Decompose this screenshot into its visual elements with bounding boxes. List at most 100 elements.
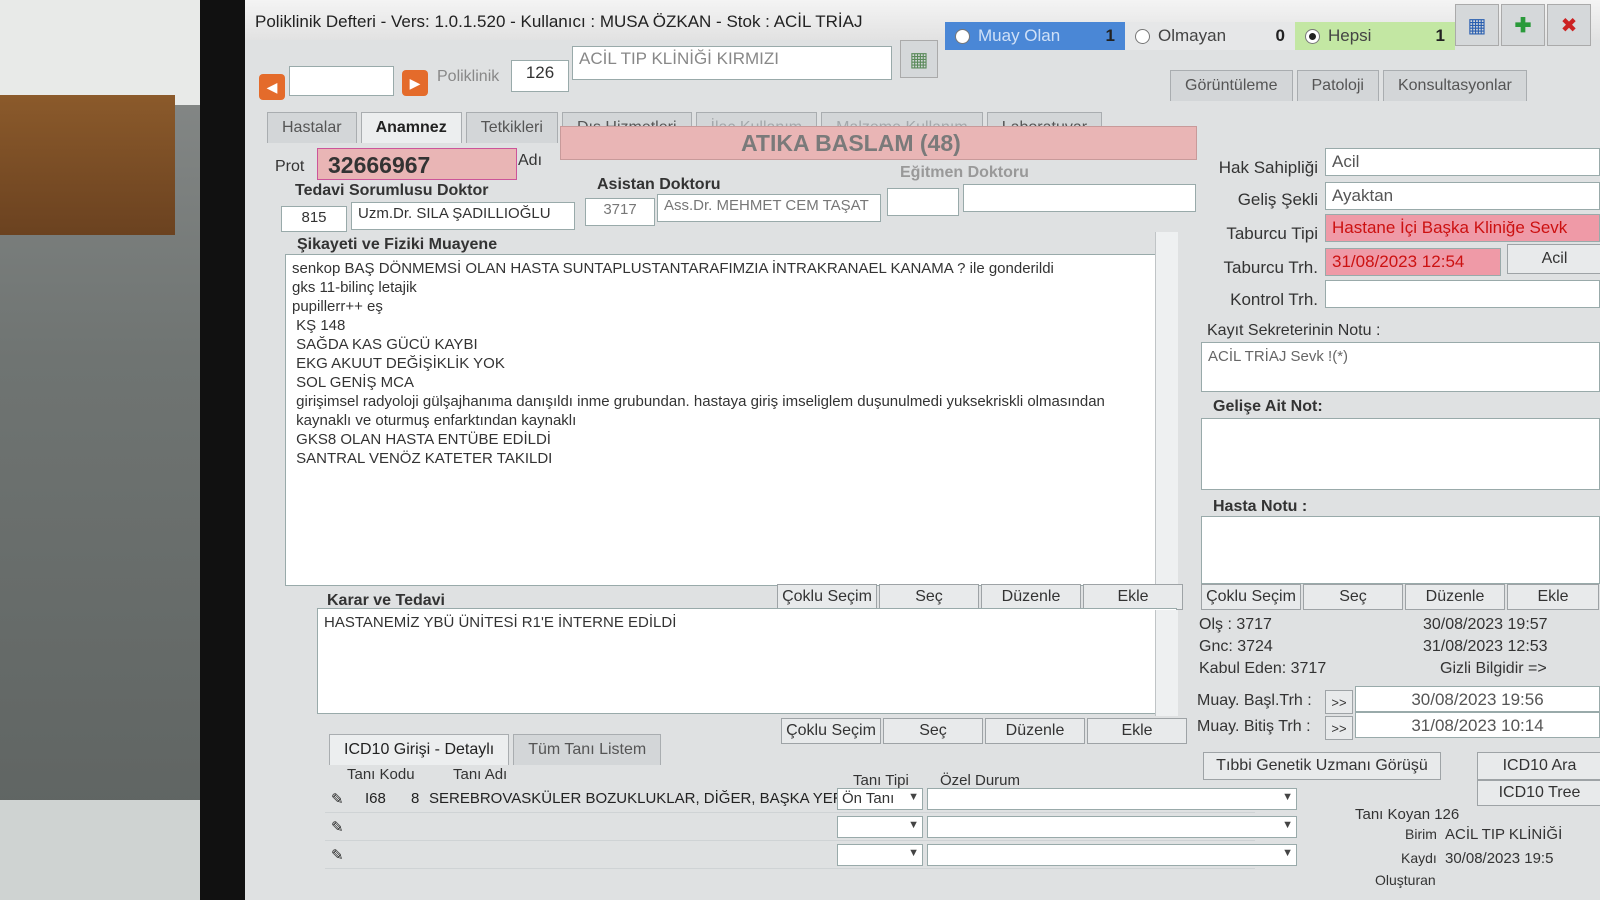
row-tani-adi: SEREBROVASKÜLER BOZUKLUKLAR, DİĞER, BAŞK… [429, 790, 865, 807]
tab-konsultasyonlar[interactable]: Konsultasyonlar [1382, 70, 1527, 101]
prev-arrow-button[interactable]: ◀ [259, 74, 285, 100]
egitmen-doktor-name[interactable] [963, 184, 1196, 212]
karar-scrollbar[interactable] [1155, 610, 1178, 716]
grid-icon: ▦ [909, 48, 929, 71]
taburcu-tipi-field[interactable]: Hastane İçi Başka Kliniğe Sevk [1325, 214, 1600, 242]
complaint-line: kaynaklı ve oturmuş enfarktından kaynakl… [292, 412, 577, 429]
ozel-durum-select[interactable]: ▼ [927, 844, 1297, 866]
complaint-line: senkop BAŞ DÖNMEMSİ OLAN HASTA SUNTAPLUS… [292, 260, 1054, 277]
karar-textarea[interactable]: HASTANEMİZ YBÜ ÜNİTESİ R1'E İNTERNE EDİL… [317, 608, 1177, 714]
gnc-date: 31/08/2023 12:53 [1423, 638, 1548, 655]
poliklinik-name-field[interactable]: ACİL TIP KLİNİĞİ KIRMIZI [572, 46, 892, 80]
chevron-down-icon: ▼ [1282, 791, 1293, 803]
gelise-not-label: Gelişe Ait Not: [1213, 398, 1323, 415]
tani-tipi-select[interactable]: ▼ [837, 816, 923, 838]
save-icon: ▦ [1467, 14, 1487, 37]
grid-icon-button[interactable]: ▦ [900, 40, 938, 78]
complaint-line: EKG AKUUT DEĞİŞİKLİK YOK [292, 355, 505, 372]
gelis-sekli-field[interactable]: Ayaktan [1325, 182, 1600, 210]
tab-anamnez[interactable]: Anamnez [360, 112, 462, 143]
icd10-ara-button[interactable]: ICD10 Ara [1477, 752, 1600, 780]
asistan-doktor-name[interactable]: Ass.Dr. MEHMET CEM TAŞAT [657, 194, 881, 222]
note-duzenle-button[interactable]: Düzenle [1405, 584, 1505, 610]
tedavi-doktor-code[interactable]: 815 [281, 206, 347, 232]
ozel-durum-select[interactable]: ▼ [927, 788, 1297, 810]
table-row[interactable]: ✎ I68 8 SEREBROVASKÜLER BOZUKLUKLAR, DİĞ… [325, 786, 1297, 813]
tedavi-doktor-name[interactable]: Uzm.Dr. SILA ŞADILLIOĞLU [351, 202, 575, 230]
muay-basl-field[interactable]: 30/08/2023 19:56 [1355, 686, 1600, 712]
tab-hastalar[interactable]: Hastalar [267, 112, 357, 143]
complaint-line: pupillerr++ eş [292, 298, 383, 315]
karar-duzenle-button[interactable]: Düzenle [985, 718, 1085, 744]
complaint-line: SANTRAL VENÖZ KATETER TAKILDI [292, 450, 553, 467]
muay-bitis-arrow-button[interactable]: >> [1325, 716, 1353, 740]
add-icon-button[interactable]: ✚ [1501, 4, 1545, 46]
kontrol-trh-field[interactable] [1325, 280, 1600, 308]
arrow-left-icon: ◀ [266, 78, 278, 95]
kaydi-value: 30/08/2023 19:5 [1445, 850, 1554, 867]
birim-label: Birim [1405, 826, 1437, 842]
prot-number-field[interactable]: 32666967 [317, 148, 517, 180]
muay-basl-arrow-button[interactable]: >> [1325, 690, 1353, 714]
karar-sec-button[interactable]: Seç [883, 718, 983, 744]
complaint-coklu-secim-button[interactable]: Çoklu Seçim [777, 584, 877, 610]
note-buttons: Çoklu Seçim Seç Düzenle Ekle [1201, 584, 1600, 610]
kayit-notu-field[interactable]: ACİL TRİAJ Sevk !(*) [1201, 342, 1600, 392]
complaint-textarea[interactable]: senkop BAŞ DÖNMEMSİ OLAN HASTA SUNTAPLUS… [285, 254, 1177, 586]
next-arrow-button[interactable]: ▶ [402, 70, 428, 96]
complaint-sec-button[interactable]: Seç [879, 584, 979, 610]
note-coklu-secim-button[interactable]: Çoklu Seçim [1201, 584, 1301, 610]
icd10-tree-button[interactable]: ICD10 Tree [1477, 780, 1600, 806]
hasta-notu-field[interactable] [1201, 516, 1600, 584]
hak-sahipligi-field[interactable]: Acil [1325, 148, 1600, 176]
arrow-right-icon: ▶ [409, 74, 421, 91]
muay-bitis-field[interactable]: 31/08/2023 10:14 [1355, 712, 1600, 738]
kayit-notu-label: Kayıt Sekreterinin Notu : [1207, 322, 1381, 339]
complaint-scrollbar[interactable] [1155, 232, 1178, 584]
filter-olmayan[interactable]: Olmayan 0 [1125, 22, 1295, 50]
karar-coklu-secim-button[interactable]: Çoklu Seçim [781, 718, 881, 744]
gnc-info: Gnc: 3724 [1199, 638, 1273, 655]
egitmen-doktor-code[interactable] [887, 188, 959, 216]
table-row[interactable]: ✎ ▼ ▼ [325, 842, 1297, 869]
asistan-doktor-code[interactable]: 3717 [585, 198, 655, 226]
tani-tipi-select[interactable]: ▼ [837, 844, 923, 866]
patient-name: ATIKA BASLAM (48) [741, 130, 961, 156]
ozel-durum-select[interactable]: ▼ [927, 816, 1297, 838]
filter-muay-olan-label: Muay Olan [978, 26, 1061, 45]
filter-hepsi[interactable]: Hepsi 1 [1295, 22, 1455, 50]
hasta-notu-label: Hasta Notu : [1213, 498, 1308, 515]
complaint-line: girişimsel radyoloji gülşajhanıma danışı… [292, 393, 1105, 410]
close-icon: ✖ [1560, 14, 1578, 37]
nav-field[interactable] [289, 66, 394, 96]
karar-ekle-button[interactable]: Ekle [1087, 718, 1187, 744]
egitmen-doktor-label: Eğitmen Doktoru [900, 164, 1029, 181]
tani-tipi-select[interactable]: Ön Tanı ▼ [837, 788, 923, 810]
tab-goruntuleme[interactable]: Görüntüleme [1170, 70, 1293, 101]
desk-paper-bottom [0, 800, 230, 900]
gelis-sekli-label: Geliş Şekli [1237, 190, 1318, 209]
note-sec-button[interactable]: Seç [1303, 584, 1403, 610]
poliklinik-label: Poliklinik [437, 68, 500, 85]
complaint-ekle-button[interactable]: Ekle [1083, 584, 1183, 610]
taburcu-tipi-label: Taburcu Tipi [1226, 224, 1318, 243]
note-ekle-button[interactable]: Ekle [1507, 584, 1599, 610]
double-arrow-icon: >> [1331, 720, 1347, 736]
genetik-uzman-button[interactable]: Tıbbi Genetik Uzmanı Görüşü [1203, 752, 1441, 780]
gizli-bilgi-link[interactable]: Gizli Bilgidir => [1440, 660, 1547, 678]
tab-patoloji[interactable]: Patoloji [1296, 70, 1379, 101]
taburcu-trh-field[interactable]: 31/08/2023 12:54 [1325, 248, 1501, 276]
acil-button[interactable]: Acil [1507, 244, 1600, 274]
complaint-buttons: Çoklu Seçim Seç Düzenle Ekle [777, 584, 1185, 610]
close-icon-button[interactable]: ✖ [1547, 4, 1591, 46]
save-icon-button[interactable]: ▦ [1455, 4, 1499, 46]
gelise-not-field[interactable] [1201, 418, 1600, 490]
complaint-line: SOL GENİŞ MCA [292, 374, 414, 391]
kayit-notu-text: ACİL TRİAJ Sevk !(*) [1208, 348, 1349, 365]
complaint-duzenle-button[interactable]: Düzenle [981, 584, 1081, 610]
tab-tetkikleri[interactable]: Tetkikleri [465, 112, 558, 143]
poliklinik-code-field[interactable]: 126 [511, 60, 569, 92]
filter-olmayan-count: 0 [1275, 26, 1285, 45]
filter-muay-olan[interactable]: Muay Olan 1 [945, 22, 1125, 50]
table-row[interactable]: ✎ ▼ ▼ [325, 814, 1297, 841]
